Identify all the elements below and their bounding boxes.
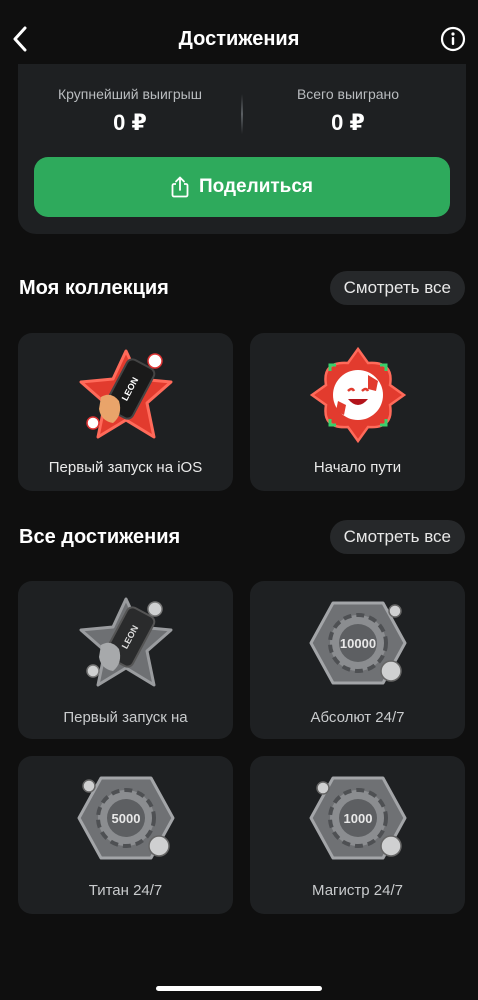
info-icon[interactable] — [440, 26, 466, 52]
achievement-label: Абсолют 24/7 — [310, 709, 405, 726]
chip-badge-icon: 5000 — [77, 776, 174, 860]
back-button[interactable] — [8, 22, 32, 56]
chip-badge-icon: 10000 — [309, 601, 406, 685]
football-smile-badge-icon — [309, 346, 406, 444]
share-button[interactable]: Поделиться — [34, 157, 450, 217]
all-achievements-title: Все достижения — [19, 526, 181, 548]
collection-item-label: Первый запуск на iOS — [48, 459, 203, 476]
achievement-label: Титан 24/7 — [88, 882, 163, 899]
biggest-win-label: Крупнейший выигрыш — [58, 86, 202, 102]
chevron-left-icon — [13, 26, 27, 52]
home-indicator — [156, 986, 322, 991]
achievement-label: Первый запуск на — [63, 709, 188, 726]
collection-item-start[interactable]: Начало пути — [250, 333, 465, 491]
stats-card: Крупнейший выигрыш 0 ₽ Всего выиграно 0 … — [18, 64, 466, 234]
share-label: Поделиться — [198, 176, 314, 197]
total-won: Всего выиграно 0 ₽ — [248, 86, 448, 136]
collection-item-first-launch[interactable]: LEON Первый запуск на iOS — [18, 333, 233, 491]
achievement-titan[interactable]: 5000 Титан 24/7 — [18, 756, 233, 914]
chip-badge-icon: 1000 — [309, 776, 406, 860]
phone-star-badge-gray-icon: LEON — [79, 597, 172, 687]
collection-title: Моя коллекция — [19, 277, 169, 299]
all-achievements-see-all-button[interactable]: Смотреть все — [329, 520, 465, 554]
total-won-value: 0 ₽ — [331, 110, 365, 135]
stats-divider — [241, 94, 243, 134]
collection-see-all-button[interactable]: Смотреть все — [329, 271, 465, 305]
biggest-win-value: 0 ₽ — [113, 110, 147, 135]
page-title: Достижения — [178, 27, 300, 50]
phone-star-badge-icon: LEON — [79, 349, 172, 439]
achievement-label: Магистр 24/7 — [312, 882, 403, 899]
total-won-label: Всего выиграно — [296, 86, 400, 102]
chip-value: 5000 — [111, 811, 140, 826]
chip-value: 10000 — [339, 636, 375, 651]
biggest-win: Крупнейший выигрыш 0 ₽ — [30, 86, 230, 136]
achievement-absolute[interactable]: 10000 Абсолют 24/7 — [250, 581, 465, 739]
share-icon — [171, 176, 189, 198]
achievement-master[interactable]: 1000 Магистр 24/7 — [250, 756, 465, 914]
chip-value: 1000 — [343, 811, 372, 826]
collection-item-label: Начало пути — [313, 459, 402, 476]
achievement-first-launch[interactable]: LEON Первый запуск на — [18, 581, 233, 739]
